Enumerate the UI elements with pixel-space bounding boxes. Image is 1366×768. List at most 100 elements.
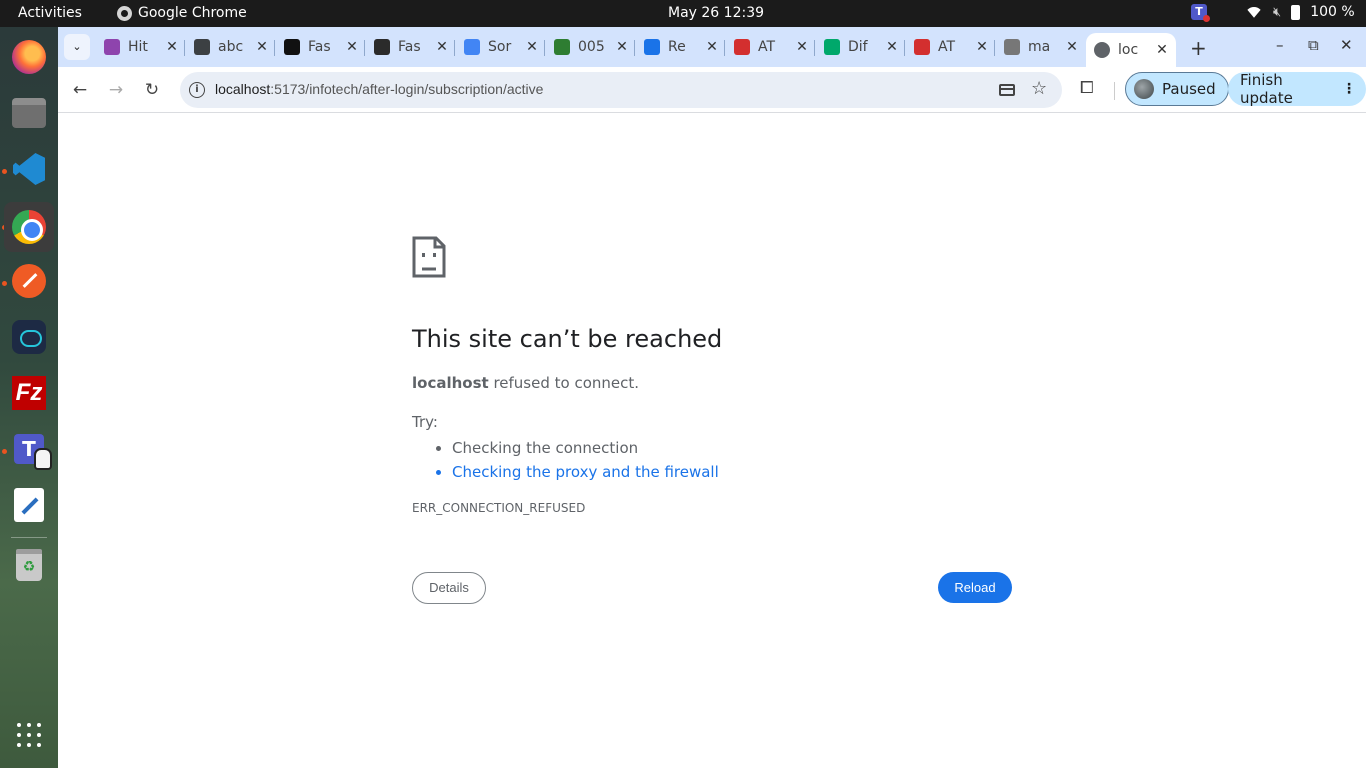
toolbar-divider xyxy=(1114,82,1115,100)
battery-icon xyxy=(1291,4,1301,20)
tab-title: abc xyxy=(218,39,244,55)
files-icon xyxy=(12,98,46,128)
dock-vscode[interactable] xyxy=(9,149,49,189)
tab-close-icon[interactable]: ✕ xyxy=(616,39,628,55)
show-applications-button[interactable] xyxy=(9,715,49,755)
tab-close-icon[interactable]: ✕ xyxy=(166,39,178,55)
url-path: :5173/infotech/after-login/subscription/… xyxy=(270,81,544,97)
trash-icon: ♻ xyxy=(16,549,42,581)
error-message-text: refused to connect. xyxy=(488,374,640,392)
tab-close-icon[interactable]: ✕ xyxy=(436,39,448,55)
dock-chrome[interactable] xyxy=(4,202,54,252)
forward-button[interactable]: → xyxy=(104,78,128,102)
tab-close-icon[interactable]: ✕ xyxy=(526,39,538,55)
chrome-window: ⌄ Hit ✕ abc ✕ Fas ✕ Fas ✕ Sor ✕ 005 ✕ Re ✕ AT ✕ Dif ✕ AT ✕ m… xyxy=(58,27,1366,768)
running-indicator xyxy=(2,169,7,174)
suggestion-list: Checking the connection Checking the pro… xyxy=(434,436,719,484)
tab-separator xyxy=(634,40,635,56)
tab-separator xyxy=(814,40,815,56)
tab[interactable]: AT ✕ xyxy=(734,35,808,59)
tab[interactable]: Dif ✕ xyxy=(824,35,898,59)
dock-firefox[interactable] xyxy=(9,37,49,77)
tab-title: AT xyxy=(758,39,776,55)
battery-percent: 100 % xyxy=(1310,4,1355,20)
tab-close-icon[interactable]: ✕ xyxy=(1156,42,1168,58)
dock-text-editor[interactable] xyxy=(9,485,49,525)
close-window-button[interactable]: ✕ xyxy=(1340,36,1353,54)
dock-cloud-app[interactable] xyxy=(9,317,49,357)
tab-title: Fas xyxy=(308,39,331,55)
teams-tray-icon[interactable]: T xyxy=(1191,4,1210,22)
tab-close-icon[interactable]: ✕ xyxy=(346,39,358,55)
tab-favicon-icon xyxy=(464,39,480,55)
tab-active[interactable]: loc ✕ xyxy=(1086,33,1176,67)
tab[interactable]: Fas ✕ xyxy=(284,35,358,59)
error-title: This site can’t be reached xyxy=(412,325,723,353)
error-page: This site can’t be reached localhost ref… xyxy=(58,114,1366,768)
tab[interactable]: ma ✕ xyxy=(1004,35,1078,59)
tab-favicon-icon xyxy=(644,39,660,55)
suggestion-check-proxy-link[interactable]: Checking the proxy and the firewall xyxy=(452,460,719,484)
system-tray[interactable]: T 🔇︎ 100 % xyxy=(1191,4,1355,22)
dock-files[interactable] xyxy=(9,93,49,133)
text-editor-icon xyxy=(14,488,44,522)
address-bar[interactable]: i localhost:5173/infotech/after-login/su… xyxy=(180,72,1062,108)
new-tab-button[interactable]: + xyxy=(1190,36,1207,60)
tab[interactable]: Hit ✕ xyxy=(104,35,178,59)
tab-title: loc xyxy=(1118,42,1139,58)
chrome-app-icon xyxy=(117,5,132,21)
running-indicator xyxy=(2,449,7,454)
filezilla-icon: Fz xyxy=(12,376,46,410)
bookmark-star-icon[interactable]: ☆ xyxy=(1031,78,1047,99)
tab-close-icon[interactable]: ✕ xyxy=(706,39,718,55)
restore-button[interactable]: ⧉ xyxy=(1308,36,1319,54)
minimize-button[interactable]: – xyxy=(1276,36,1284,54)
tab[interactable]: 005 ✕ xyxy=(554,35,628,59)
reload-button[interactable]: Reload xyxy=(938,572,1012,603)
tab-favicon-icon xyxy=(194,39,210,55)
tab-title: Dif xyxy=(848,39,868,55)
url-text[interactable]: localhost:5173/infotech/after-login/subs… xyxy=(215,81,543,97)
extensions-puzzle-icon[interactable]: ⧠ xyxy=(1080,78,1094,98)
tab-separator xyxy=(994,40,995,56)
dock-teams[interactable]: T xyxy=(9,429,52,470)
dock-trash[interactable]: ♻ xyxy=(9,545,49,585)
tab[interactable]: abc ✕ xyxy=(194,35,268,59)
tab-close-icon[interactable]: ✕ xyxy=(1066,39,1078,55)
dock-postman[interactable] xyxy=(9,261,49,301)
finish-update-button[interactable]: Finish update ⋮ xyxy=(1228,71,1366,107)
activities-button[interactable]: Activities xyxy=(18,5,82,21)
chrome-icon xyxy=(12,210,46,244)
clock[interactable]: May 26 12:39 xyxy=(668,5,764,21)
tab[interactable]: AT ✕ xyxy=(914,35,988,59)
tab-title: 005 xyxy=(578,39,605,55)
profile-paused-button[interactable]: Paused xyxy=(1125,72,1229,106)
dock-filezilla[interactable]: Fz xyxy=(9,373,49,413)
details-button[interactable]: Details xyxy=(412,572,486,604)
system-top-bar: Activities Google Chrome May 26 12:39 T … xyxy=(0,0,1366,27)
tab-separator xyxy=(724,40,725,56)
back-button[interactable]: ← xyxy=(68,78,92,102)
avatar xyxy=(1134,79,1154,99)
tab-search-button[interactable]: ⌄ xyxy=(64,34,90,60)
suggestion-check-connection: Checking the connection xyxy=(452,436,719,460)
payment-card-icon[interactable] xyxy=(999,84,1015,96)
tab[interactable]: Re ✕ xyxy=(644,35,718,59)
reload-icon-button[interactable]: ↻ xyxy=(140,78,164,102)
app-menu[interactable]: Google Chrome xyxy=(117,5,247,21)
site-info-icon[interactable]: i xyxy=(189,82,205,98)
tab-favicon-icon xyxy=(554,39,570,55)
tab[interactable]: Sor ✕ xyxy=(464,35,538,59)
tab-close-icon[interactable]: ✕ xyxy=(976,39,988,55)
cloud-app-icon xyxy=(12,320,46,354)
dock: Fz T ♻ xyxy=(0,27,58,768)
tab-title: Fas xyxy=(398,39,421,55)
tab[interactable]: Fas ✕ xyxy=(374,35,448,59)
error-message: localhost refused to connect. xyxy=(412,374,639,392)
tab-close-icon[interactable]: ✕ xyxy=(886,39,898,55)
tab-close-icon[interactable]: ✕ xyxy=(796,39,808,55)
tab-close-icon[interactable]: ✕ xyxy=(256,39,268,55)
tab-title: Hit xyxy=(128,39,148,55)
volume-muted-icon: 🔇︎ xyxy=(1273,4,1282,20)
finish-update-label: Finish update xyxy=(1240,71,1293,107)
